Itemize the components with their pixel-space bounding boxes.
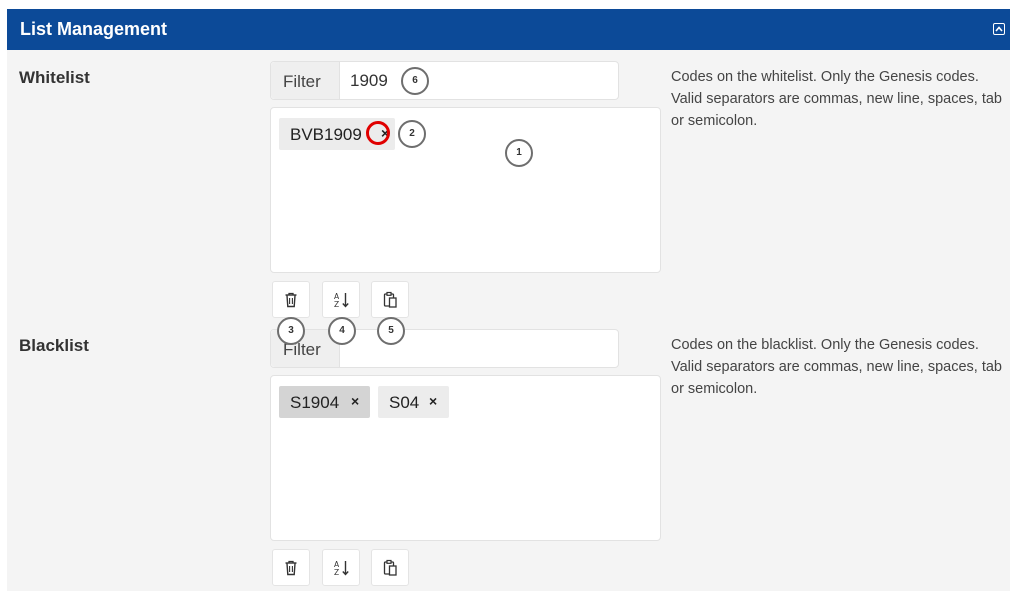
collapse-up-icon[interactable]	[993, 23, 1005, 35]
whitelist-label: Whitelist	[19, 68, 90, 87]
blacklist-clear-button[interactable]	[272, 549, 310, 586]
panel-title: List Management	[20, 19, 168, 39]
callout-marker: 1	[505, 139, 533, 167]
callout-marker: 6	[401, 67, 429, 95]
whitelist-help-text: Codes on the whitelist. Only the Genesis…	[671, 69, 1002, 129]
tag-remove-button[interactable]: ×	[429, 393, 437, 409]
svg-text:Z: Z	[334, 568, 339, 577]
whitelist-codes-box[interactable]: BVB1909 ×	[270, 107, 661, 273]
blacklist-filter: Filter	[270, 329, 619, 368]
sort-az-icon: A Z	[334, 292, 349, 309]
whitelist-filter-input[interactable]	[339, 62, 618, 99]
blacklist-tag[interactable]: S1904 ×	[279, 386, 370, 418]
blacklist-sort-button[interactable]: A Z	[322, 549, 360, 586]
whitelist-paste-button[interactable]	[371, 281, 409, 318]
callout-marker: 3	[277, 317, 305, 345]
trash-icon	[285, 560, 297, 576]
tag-remove-button[interactable]: ×	[351, 393, 359, 409]
callout-marker: 2	[398, 120, 426, 148]
sort-az-icon: A Z	[334, 560, 349, 577]
tag-label: S04	[389, 393, 420, 412]
blacklist-label: Blacklist	[19, 336, 89, 355]
whitelist-clear-button[interactable]	[272, 281, 310, 318]
whitelist-sort-button[interactable]: A Z	[322, 281, 360, 318]
whitelist-filter: Filter	[270, 61, 619, 100]
paste-icon	[383, 291, 397, 308]
tag-label: S1904	[290, 393, 340, 412]
highlight-ring	[366, 121, 390, 145]
callout-marker: 5	[377, 317, 405, 345]
callout-marker: 4	[328, 317, 356, 345]
whitelist-filter-addon: Filter	[271, 62, 340, 99]
tag-label: BVB1909	[290, 125, 362, 144]
svg-text:Z: Z	[334, 300, 339, 309]
trash-icon	[285, 292, 297, 308]
blacklist-help-text: Codes on the blacklist. Only the Genesis…	[671, 337, 1002, 397]
paste-icon	[383, 559, 397, 576]
blacklist-tag[interactable]: S04 ×	[378, 386, 449, 418]
panel-header: List Management	[7, 9, 1010, 50]
blacklist-paste-button[interactable]	[371, 549, 409, 586]
blacklist-codes-box[interactable]: S1904 × S04 ×	[270, 375, 661, 541]
whitelist-filter-label: Filter	[283, 72, 321, 91]
